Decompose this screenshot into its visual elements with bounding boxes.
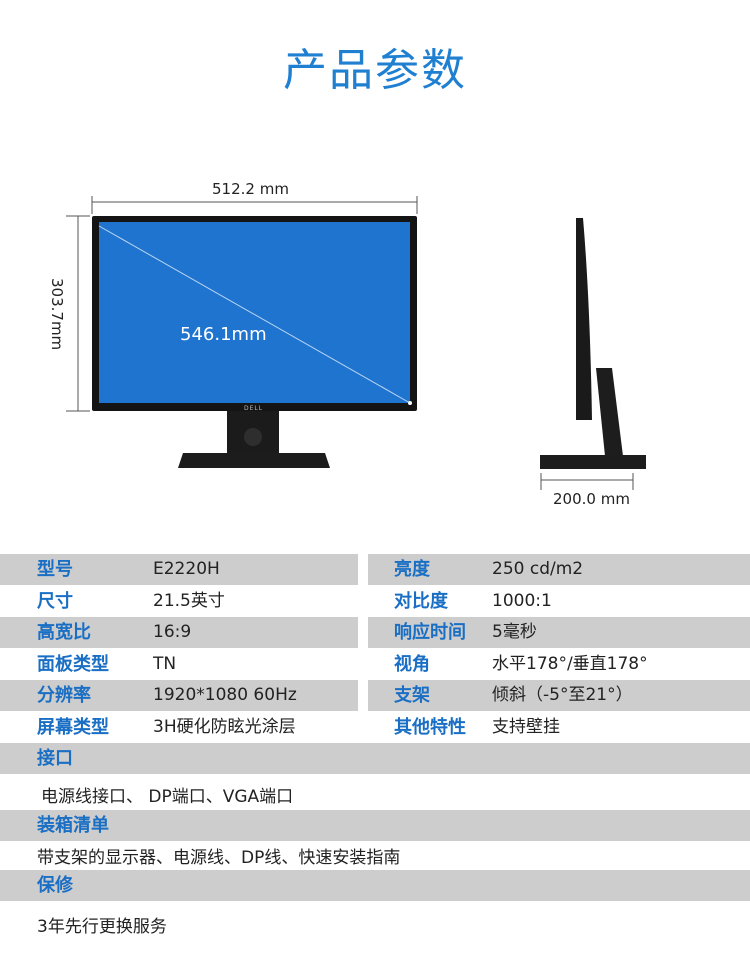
spec-value: TN (153, 654, 177, 674)
spec-value: 5毫秒 (492, 622, 537, 642)
spec-row: 尺寸 21.5英寸 对比度 1000:1 (0, 586, 750, 617)
spec-label: 高宽比 (37, 622, 91, 643)
spec-value: 250 cd/m2 (492, 559, 584, 579)
warranty-value: 3年先行更换服务 (37, 917, 167, 937)
interface-label: 接口 (37, 748, 73, 769)
spec-row: 屏幕类型 3H硬化防眩光涂层 其他特性 支持壁挂 (0, 712, 750, 743)
spec-label: 亮度 (394, 559, 430, 580)
warranty-header: 保修 (0, 870, 750, 901)
monitor-side-diagram (540, 218, 646, 490)
interface-value: 电源线接口、 DP端口、VGA端口 (41, 787, 294, 807)
spec-row: 分辨率 1920*1080 60Hz 支架 倾斜（-5°至21°） (0, 680, 750, 711)
spec-label: 其他特性 (394, 717, 466, 738)
spec-label: 尺寸 (37, 591, 73, 612)
spec-row: 型号 E2220H 亮度 250 cd/m2 (0, 554, 750, 585)
spec-row: 面板类型 TN 视角 水平178°/垂直178° (0, 649, 750, 680)
spec-value: 支持壁挂 (492, 717, 560, 737)
spec-value: 16:9 (153, 622, 192, 642)
box-contents-header: 装箱清单 (0, 810, 750, 841)
box-contents-label: 装箱清单 (37, 815, 109, 836)
warranty-label: 保修 (37, 875, 73, 896)
spec-row: 高宽比 16:9 响应时间 5毫秒 (0, 617, 750, 648)
spec-label: 屏幕类型 (37, 717, 109, 738)
spec-label: 响应时间 (394, 622, 466, 643)
spec-value: 倾斜（-5°至21°） (492, 685, 633, 705)
spec-label: 视角 (394, 654, 430, 675)
spec-label: 型号 (37, 559, 73, 580)
spec-label: 分辨率 (37, 685, 91, 706)
spec-value: 1920*1080 60Hz (153, 685, 297, 705)
spec-label: 支架 (394, 685, 430, 706)
interface-header: 接口 (0, 743, 750, 774)
spec-value: 水平178°/垂直178° (492, 654, 648, 674)
spec-label: 对比度 (394, 591, 448, 612)
spec-value: 3H硬化防眩光涂层 (153, 717, 296, 737)
spec-value: E2220H (153, 559, 220, 579)
box-contents-value: 带支架的显示器、电源线、DP线、快速安装指南 (37, 848, 401, 868)
spec-value: 21.5英寸 (153, 591, 225, 611)
spec-value: 1000:1 (492, 591, 552, 611)
depth-dimension: 200.0 mm (553, 490, 630, 508)
spec-label: 面板类型 (37, 654, 109, 675)
